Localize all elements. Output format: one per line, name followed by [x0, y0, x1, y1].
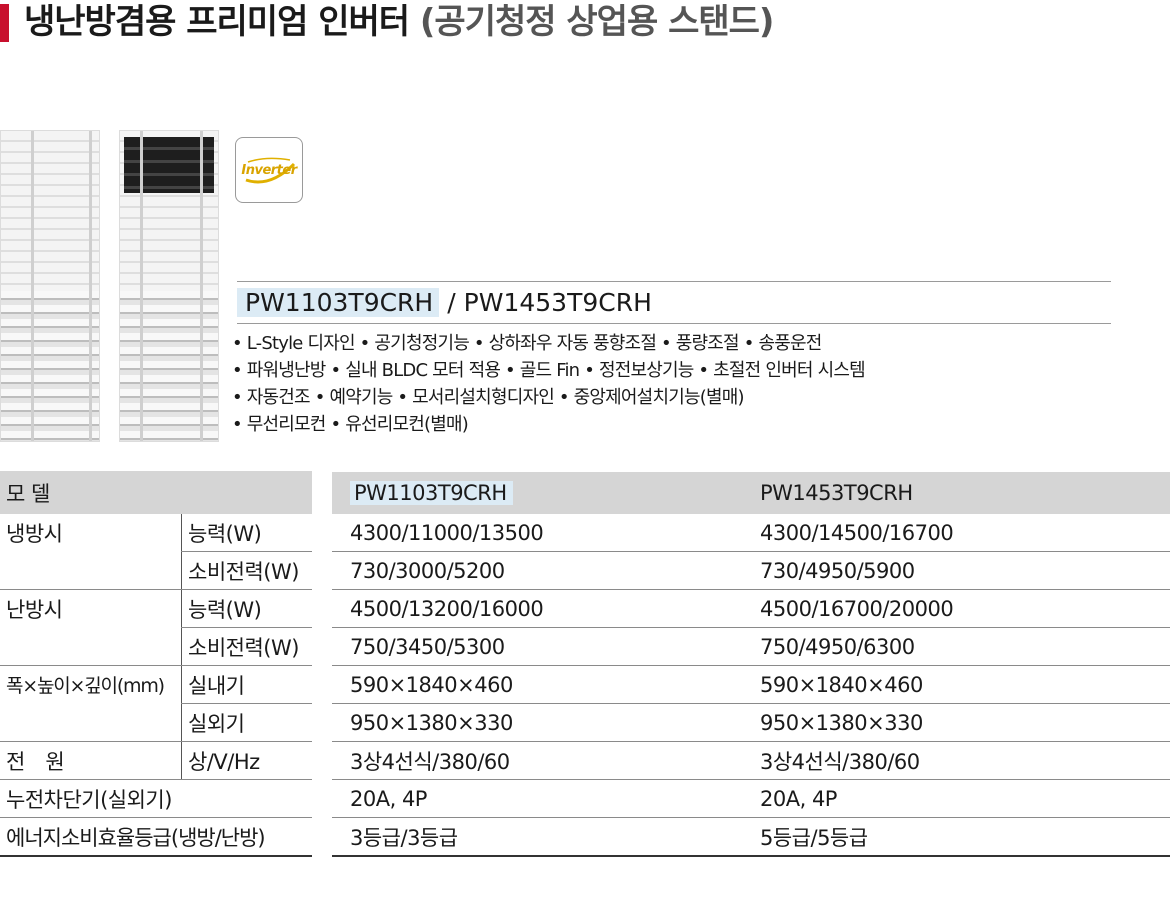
- cell-model-1: 590×1840×460: [332, 665, 750, 704]
- table-row: 누전차단기(실외기) 20A, 4P 20A, 4P: [0, 779, 1170, 818]
- badge-label: Inverter: [241, 163, 297, 178]
- feature-line: • 자동건조 • 예약기능 • 모서리설치형디자인 • 중앙제어설치기능(별매): [232, 387, 744, 408]
- cell-model-2: 950×1380×330: [750, 703, 1170, 742]
- feature-line: • 파워냉난방 • 실내 BLDC 모터 적용 • 골드 Fin • 정전보상기…: [232, 360, 866, 381]
- row-item: 능력(W): [181, 514, 312, 552]
- row-group: 냉방시: [6, 521, 63, 546]
- table-row: 폭×높이×깊이(mm) 실내기 590×1840×460 590×1840×46…: [0, 665, 1170, 704]
- row-item: 능력(W): [181, 589, 312, 628]
- row-group: 폭×높이×깊이(mm): [6, 675, 165, 698]
- cell-model-2: 20A, 4P: [750, 779, 1170, 818]
- table-header-row: 모 델 PW1103T9CRH PW1453T9CRH: [0, 471, 1170, 514]
- header-label: 모 델: [0, 471, 312, 514]
- row-group: [0, 627, 182, 666]
- row-item: 실내기: [181, 665, 312, 704]
- table-row: 난방시 능력(W) 4500/13200/16000 4500/16700/20…: [0, 589, 1170, 628]
- header-model-1: PW1103T9CRH: [332, 471, 750, 514]
- cell-model-1: 20A, 4P: [332, 779, 750, 818]
- cell-model-1: 4500/13200/16000: [332, 589, 750, 628]
- row-group: 누전차단기(실외기): [0, 779, 312, 818]
- title-sub: (공기청정 상업용 스탠드): [419, 2, 775, 42]
- cell-model-1: 3상4선식/380/60: [332, 741, 750, 780]
- model-2-name: PW1453T9CRH: [463, 288, 652, 317]
- table-row: 소비전력(W) 750/3450/5300 750/4950/6300: [0, 627, 1170, 666]
- table-row: 소비전력(W) 730/3000/5200 730/4950/5900: [0, 551, 1170, 590]
- cell-model-1: 4300/11000/13500: [332, 514, 750, 552]
- row-group: 에너지소비효율등급(냉방/난방): [0, 817, 312, 857]
- cell-model-2: 3상4선식/380/60: [750, 741, 1170, 780]
- cell-model-2: 4300/14500/16700: [750, 514, 1170, 552]
- cell-model-2: 750/4950/6300: [750, 627, 1170, 666]
- table-row: 냉방시 능력(W) 4300/11000/13500 4300/14500/16…: [0, 514, 1170, 552]
- row-group: 난방시: [6, 597, 63, 622]
- table-row: 실외기 950×1380×330 950×1380×330: [0, 703, 1170, 742]
- cell-model-2: 730/4950/5900: [750, 551, 1170, 590]
- model-separator: /: [447, 288, 456, 317]
- row-item: 소비전력(W): [181, 551, 312, 590]
- cell-model-1: 730/3000/5200: [332, 551, 750, 590]
- cell-model-2: 5등급/5등급: [750, 817, 1170, 857]
- spec-table: 모 델 PW1103T9CRH PW1453T9CRH 냉방시 능력(W) 43…: [0, 471, 1170, 857]
- cell-model-1: 3등급/3등급: [332, 817, 750, 857]
- divider: [237, 281, 1111, 282]
- cell-model-2: 590×1840×460: [750, 665, 1170, 704]
- title-accent-bar: [0, 4, 9, 42]
- model-heading: PW1103T9CRH / PW1453T9CRH: [237, 284, 652, 322]
- feature-line: • 무선리모컨 • 유선리모컨(별매): [232, 414, 469, 435]
- cell-model-2: 4500/16700/20000: [750, 589, 1170, 628]
- feature-line: • L-Style 디자인 • 공기청정기능 • 상하좌우 자동 풍향조절 • …: [232, 333, 822, 354]
- model-1-name: PW1103T9CRH: [237, 288, 440, 317]
- cell-model-1: 950×1380×330: [332, 703, 750, 742]
- row-group: [0, 703, 182, 742]
- table-row: 전 원 상/V/Hz 3상4선식/380/60 3상4선식/380/60: [0, 741, 1170, 780]
- header-model-2: PW1453T9CRH: [750, 471, 1170, 514]
- row-item: 실외기: [181, 703, 312, 742]
- row-group: 전 원: [0, 741, 182, 780]
- feature-list: • L-Style 디자인 • 공기청정기능 • 상하좌우 자동 풍향조절 • …: [232, 330, 866, 438]
- row-item: 상/V/Hz: [181, 741, 312, 780]
- product-image-unit-2: [119, 130, 219, 442]
- product-image-unit-1: [0, 130, 100, 442]
- cell-model-1: 750/3450/5300: [332, 627, 750, 666]
- table-row: 에너지소비효율등급(냉방/난방) 3등급/3등급 5등급/5등급: [0, 817, 1170, 857]
- row-item: 소비전력(W): [181, 627, 312, 666]
- divider: [237, 323, 1111, 324]
- title-main: 냉난방겸용 프리미엄 인버터: [24, 2, 410, 42]
- inverter-badge: Inverter: [235, 137, 303, 203]
- row-group: [0, 551, 182, 590]
- page-title: 냉난방겸용 프리미엄 인버터 (공기청정 상업용 스탠드): [24, 0, 775, 44]
